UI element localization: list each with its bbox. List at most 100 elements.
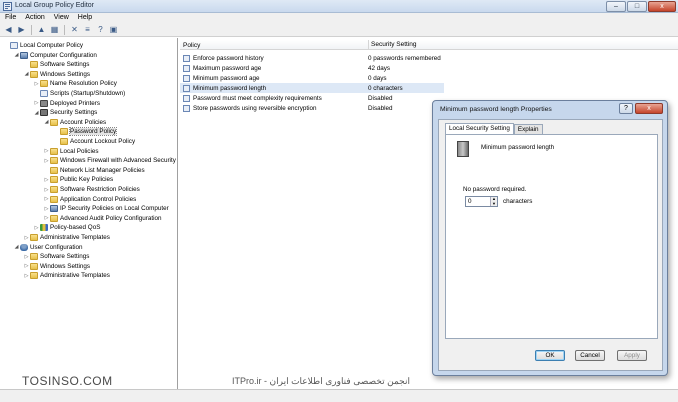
expand-arrow-icon[interactable]: ▷ bbox=[43, 215, 50, 221]
expand-arrow-icon[interactable]: ▷ bbox=[23, 235, 30, 241]
security-setting-cell: Disabled bbox=[368, 104, 393, 112]
doc-icon bbox=[10, 42, 18, 49]
tree-node[interactable]: Password Policy bbox=[53, 127, 118, 137]
apply-button[interactable]: Apply bbox=[617, 350, 647, 361]
tree-node[interactable]: ▷ Policy-based QoS bbox=[33, 223, 100, 232]
length-stepper[interactable]: 0 ▲ ▼ bbox=[465, 196, 498, 207]
tree-node[interactable]: ▷ Windows Settings bbox=[23, 262, 90, 271]
expand-arrow-icon[interactable]: ▷ bbox=[43, 187, 50, 193]
cancel-button[interactable]: Cancel bbox=[575, 350, 605, 361]
policy-name: Minimum password length bbox=[481, 144, 555, 151]
forward-arrow-icon[interactable]: ▶ bbox=[16, 24, 27, 35]
dialog-tabs: Local Security Setting Explain bbox=[445, 123, 543, 134]
policy-row[interactable]: Maximum password age 42 days bbox=[180, 63, 444, 73]
tree-node[interactable]: ▷ Software Restriction Policies bbox=[43, 185, 140, 194]
ok-button[interactable]: OK bbox=[535, 350, 565, 361]
tree-node[interactable]: ▷ Deployed Printers bbox=[33, 99, 100, 108]
policy-row[interactable]: Password must meet complexity requiremen… bbox=[180, 93, 444, 103]
minimize-button[interactable]: – bbox=[606, 1, 626, 12]
policy-row[interactable]: Minimum password length 0 characters bbox=[180, 83, 444, 93]
tree-node[interactable]: Account Lockout Policy bbox=[53, 137, 135, 146]
tree-node[interactable]: Scripts (Startup/Shutdown) bbox=[33, 89, 125, 98]
policy-name-cell: Minimum password length bbox=[193, 84, 267, 92]
expand-arrow-icon[interactable]: ◢ bbox=[13, 244, 20, 250]
maximize-button[interactable]: □ bbox=[627, 1, 647, 12]
tree-node[interactable]: ▷ Local Policies bbox=[43, 147, 99, 156]
expand-arrow-icon[interactable]: ▷ bbox=[43, 196, 50, 202]
expand-arrow-icon[interactable]: ▷ bbox=[43, 177, 50, 183]
dialog-help-button[interactable]: ? bbox=[619, 103, 633, 114]
menu-view[interactable]: View bbox=[54, 13, 69, 23]
column-header-security-setting[interactable]: Security Setting bbox=[368, 40, 417, 50]
tree-node[interactable]: ▷ Application Control Policies bbox=[43, 195, 136, 204]
tree-node[interactable]: Software Settings bbox=[23, 60, 89, 69]
tree-node-label: Application Control Policies bbox=[60, 195, 137, 203]
tree-node[interactable]: Local Computer Policy bbox=[3, 41, 83, 50]
policy-icon bbox=[183, 64, 190, 72]
expand-arrow-icon[interactable]: ▷ bbox=[43, 158, 50, 164]
properties-icon[interactable]: ≡ bbox=[82, 24, 93, 35]
menu-action[interactable]: Action bbox=[25, 13, 44, 23]
menu-help[interactable]: Help bbox=[78, 13, 92, 23]
policy-icon bbox=[183, 104, 190, 112]
dialog-title: Minimum password length Properties bbox=[440, 106, 552, 113]
group-policy-app-icon bbox=[3, 2, 12, 11]
tree-node-label: Software Settings bbox=[40, 61, 90, 69]
folder-icon bbox=[50, 176, 58, 184]
tree-node[interactable]: ◢ Security Settings bbox=[33, 108, 97, 117]
policy-row[interactable]: Store passwords using reversible encrypt… bbox=[180, 103, 444, 113]
stepper-arrows-icon[interactable]: ▲ ▼ bbox=[490, 196, 497, 206]
tree-node[interactable]: ▷ Software Settings bbox=[23, 252, 89, 261]
expand-arrow-icon[interactable]: ▷ bbox=[23, 273, 30, 279]
up-folder-icon[interactable]: ▲ bbox=[36, 24, 47, 35]
expand-arrow-icon[interactable]: ▷ bbox=[23, 263, 30, 269]
tree-node-label: Software Settings bbox=[40, 253, 90, 261]
help-icon[interactable]: ? bbox=[95, 24, 106, 35]
tree-node[interactable]: ▷ IP Security Policies on Local Computer bbox=[43, 204, 169, 213]
tree-node[interactable]: ◢ Computer Configuration bbox=[13, 51, 97, 60]
expand-arrow-icon[interactable]: ◢ bbox=[13, 52, 20, 58]
column-header-policy[interactable]: Policy bbox=[183, 42, 200, 49]
lock-icon bbox=[40, 109, 48, 117]
show-hide-tree-icon[interactable]: ▦ bbox=[49, 24, 60, 35]
tab-local-security-setting[interactable]: Local Security Setting bbox=[445, 123, 514, 134]
tree-node[interactable]: ◢ Windows Settings bbox=[23, 70, 90, 79]
tree-node-label: Computer Configuration bbox=[30, 51, 97, 59]
close-window-button[interactable]: x bbox=[648, 1, 676, 12]
policy-icon bbox=[183, 54, 190, 62]
security-setting-cell: 0 characters bbox=[368, 84, 403, 92]
view-icon[interactable]: ▣ bbox=[108, 24, 119, 35]
tree-node[interactable]: ▷ Public Key Policies bbox=[43, 175, 113, 184]
tree-node[interactable]: Network List Manager Policies bbox=[43, 166, 145, 175]
expand-arrow-icon[interactable]: ▷ bbox=[43, 148, 50, 154]
delete-icon[interactable]: ✕ bbox=[69, 24, 80, 35]
tree-node[interactable]: ◢ Account Policies bbox=[43, 118, 106, 127]
expand-arrow-icon[interactable]: ▷ bbox=[43, 206, 50, 212]
console-tree[interactable]: Local Computer Policy ◢ Computer Configura… bbox=[0, 38, 178, 389]
expand-arrow-icon[interactable]: ▷ bbox=[23, 254, 30, 260]
expand-arrow-icon[interactable]: ▷ bbox=[33, 225, 40, 231]
expand-arrow-icon[interactable]: ▷ bbox=[33, 81, 40, 87]
expand-arrow-icon[interactable]: ◢ bbox=[23, 71, 30, 77]
dialog-close-button[interactable]: x bbox=[635, 103, 663, 114]
expand-arrow-icon[interactable]: ▷ bbox=[33, 100, 40, 106]
tree-node[interactable]: ▷ Administrative Templates bbox=[23, 271, 110, 280]
dialog-body: Local Security Setting Explain Minimum p… bbox=[438, 119, 663, 371]
tree-node[interactable]: ◢ User Configuration bbox=[13, 243, 83, 252]
tab-explain[interactable]: Explain bbox=[513, 124, 543, 134]
tree-node[interactable]: ▷ Windows Firewall with Advanced Security bbox=[43, 156, 176, 165]
tree-node[interactable]: ▷ Administrative Templates bbox=[23, 233, 110, 242]
length-value[interactable]: 0 bbox=[468, 198, 472, 205]
menu-file[interactable]: File bbox=[5, 13, 16, 23]
toolbar-divider bbox=[64, 24, 65, 35]
tree-node[interactable]: ▷ Name Resolution Policy bbox=[33, 79, 117, 88]
folder-icon bbox=[50, 166, 58, 174]
expand-arrow-icon[interactable]: ◢ bbox=[33, 110, 40, 116]
toolbar: ◀ ▶ ▲ ▦ ✕ ≡ ? ▣ bbox=[0, 23, 678, 37]
policy-row[interactable]: Enforce password history 0 passwords reme… bbox=[180, 53, 444, 63]
expand-arrow-icon[interactable]: ◢ bbox=[43, 119, 50, 125]
policy-name-cell: Enforce password history bbox=[193, 54, 264, 62]
policy-row[interactable]: Minimum password age 0 days bbox=[180, 73, 444, 83]
back-arrow-icon[interactable]: ◀ bbox=[3, 24, 14, 35]
tree-node[interactable]: ▷ Advanced Audit Policy Configuration bbox=[43, 214, 162, 223]
